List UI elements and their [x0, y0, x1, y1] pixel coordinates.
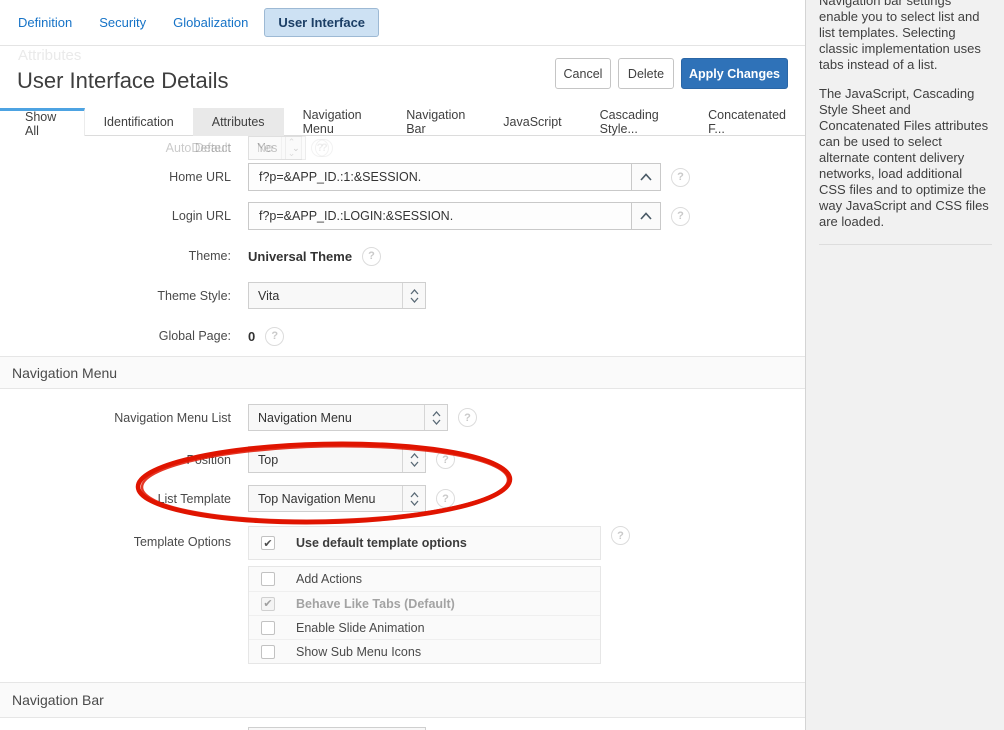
- dialog-buttons: Cancel Delete Apply Changes: [548, 58, 788, 89]
- template-options-label: Template Options: [0, 526, 248, 549]
- theme-style-label: Theme Style:: [0, 289, 248, 303]
- checkbox-icon[interactable]: [261, 621, 275, 635]
- login-url-input[interactable]: [248, 202, 631, 230]
- theme-label: Theme:: [0, 249, 248, 263]
- option-show-sub-menu-icons[interactable]: Show Sub Menu Icons: [249, 639, 600, 663]
- spinner-icon: [424, 405, 447, 430]
- checkbox-checked-icon[interactable]: ✔: [261, 536, 275, 550]
- home-url-row: Home URL ?: [0, 163, 805, 191]
- tab-definition[interactable]: Definition: [18, 15, 72, 30]
- global-page-label: Global Page:: [0, 329, 248, 343]
- section-navigation-menu-title: Navigation Menu: [12, 365, 117, 381]
- help-icon[interactable]: ?: [671, 168, 690, 187]
- subtab-cascading-style[interactable]: Cascading Style...: [581, 108, 690, 136]
- checkbox-disabled-checked-icon: ✔: [261, 597, 275, 611]
- help-icon[interactable]: ?: [362, 247, 381, 266]
- spinner-icon: ⌄: [285, 137, 305, 159]
- app-tab-bar: Definition Security Globalization User I…: [0, 0, 805, 46]
- dialog-header: Attributes User Interface Details Cancel…: [0, 46, 805, 108]
- ghost-auto-detect-label: Auto Detect: [0, 141, 248, 155]
- checkbox-icon[interactable]: [261, 572, 275, 586]
- ghost-default-select: Yes ⌄: [248, 136, 306, 160]
- section-navigation-bar-title: Navigation Bar: [12, 692, 104, 708]
- help-sidebar: Navigation bar settings enable you to se…: [805, 0, 1004, 730]
- ghost-row-auto-detect: Auto Detect No ⌃⌄ ?: [0, 136, 329, 160]
- login-url-row: Login URL ?: [0, 202, 805, 230]
- option-use-default[interactable]: ✔ Use default template options: [249, 527, 600, 559]
- list-template-select[interactable]: Top Navigation Menu: [248, 485, 426, 512]
- main-column: Definition Security Globalization User I…: [0, 0, 805, 730]
- tab-user-interface[interactable]: User Interface: [264, 8, 379, 37]
- spinner-icon: [402, 447, 425, 472]
- position-select[interactable]: Top: [248, 446, 426, 473]
- subtab-attributes[interactable]: Attributes: [193, 108, 284, 136]
- navigation-menu-list-label: Navigation Menu List: [0, 411, 248, 425]
- section-navigation-menu: Navigation Menu: [0, 356, 805, 389]
- ghost-section-label: Attributes: [18, 47, 81, 64]
- template-options-list-box: Add Actions ✔ Behave Like Tabs (Default)…: [248, 566, 601, 664]
- page-title: User Interface Details: [17, 68, 229, 94]
- option-enable-slide-animation[interactable]: Enable Slide Animation: [249, 615, 600, 639]
- cancel-button[interactable]: Cancel: [555, 58, 611, 89]
- navigation-menu-list-select[interactable]: Navigation Menu: [248, 404, 448, 431]
- subtab-identification[interactable]: Identification: [85, 108, 193, 136]
- global-page-value: 0: [248, 329, 255, 344]
- help-paragraph: Navigation bar settings enable you to se…: [819, 0, 992, 73]
- apply-changes-button[interactable]: Apply Changes: [681, 58, 788, 89]
- subtab-navigation-menu[interactable]: Navigation Menu: [284, 108, 388, 136]
- page: Definition Security Globalization User I…: [0, 0, 1004, 730]
- help-icon[interactable]: ?: [265, 327, 284, 346]
- template-options-list-row: Add Actions ✔ Behave Like Tabs (Default)…: [0, 566, 805, 664]
- list-template-row: List Template Top Navigation Menu ?: [0, 485, 805, 512]
- ghost-row-default: Default Yes ⌄ ?: [0, 136, 805, 160]
- position-label: Position: [0, 453, 248, 467]
- home-url-label: Home URL: [0, 170, 248, 184]
- checkbox-icon[interactable]: [261, 645, 275, 659]
- theme-style-row: Theme Style: Vita: [0, 282, 805, 309]
- chevron-up-icon[interactable]: [631, 163, 661, 191]
- theme-row: Theme: Universal Theme ?: [0, 246, 805, 266]
- help-icon[interactable]: ?: [436, 489, 455, 508]
- option-add-actions[interactable]: Add Actions: [249, 567, 600, 591]
- subtab-navigation-bar[interactable]: Navigation Bar: [387, 108, 484, 136]
- list-template-label: List Template: [0, 492, 248, 506]
- section-navigation-bar: Navigation Bar: [0, 682, 805, 718]
- ghost-default-label: Default: [0, 141, 248, 155]
- delete-button[interactable]: Delete: [618, 58, 674, 89]
- subtab-bar: Show All Identification Attributes Navig…: [0, 108, 805, 136]
- theme-style-select[interactable]: Vita: [248, 282, 426, 309]
- help-icon[interactable]: ?: [436, 450, 455, 469]
- help-icon: ?: [311, 139, 329, 157]
- login-url-label: Login URL: [0, 209, 248, 223]
- spinner-icon: [402, 486, 425, 511]
- navigation-menu-list-row: Navigation Menu List Navigation Menu ?: [0, 404, 805, 431]
- position-row: Position Top ?: [0, 446, 805, 473]
- tab-globalization[interactable]: Globalization: [173, 15, 248, 30]
- tab-security[interactable]: Security: [99, 15, 146, 30]
- global-page-row: Global Page: 0 ?: [0, 326, 805, 346]
- help-icon[interactable]: ?: [458, 408, 477, 427]
- spinner-icon: ⌃⌄: [281, 137, 301, 159]
- subtab-show-all[interactable]: Show All: [0, 108, 85, 136]
- help-icon[interactable]: ?: [671, 207, 690, 226]
- subtab-javascript[interactable]: JavaScript: [484, 108, 580, 136]
- template-options-primary-box: ✔ Use default template options: [248, 526, 601, 560]
- help-icon: ?: [315, 139, 333, 157]
- help-paragraph: The JavaScript, Cascading Style Sheet an…: [819, 86, 992, 230]
- subtab-concatenated-files[interactable]: Concatenated F...: [689, 108, 805, 136]
- help-icon[interactable]: ?: [611, 526, 630, 545]
- home-url-input[interactable]: [248, 163, 631, 191]
- theme-value: Universal Theme: [248, 249, 352, 264]
- spinner-icon: [402, 283, 425, 308]
- sidebar-divider: [819, 244, 992, 245]
- chevron-up-icon[interactable]: [631, 202, 661, 230]
- template-options-row: Template Options ✔ Use default template …: [0, 526, 805, 560]
- option-behave-like-tabs[interactable]: ✔ Behave Like Tabs (Default): [249, 591, 600, 615]
- ghost-auto-detect-select: No ⌃⌄: [248, 136, 302, 160]
